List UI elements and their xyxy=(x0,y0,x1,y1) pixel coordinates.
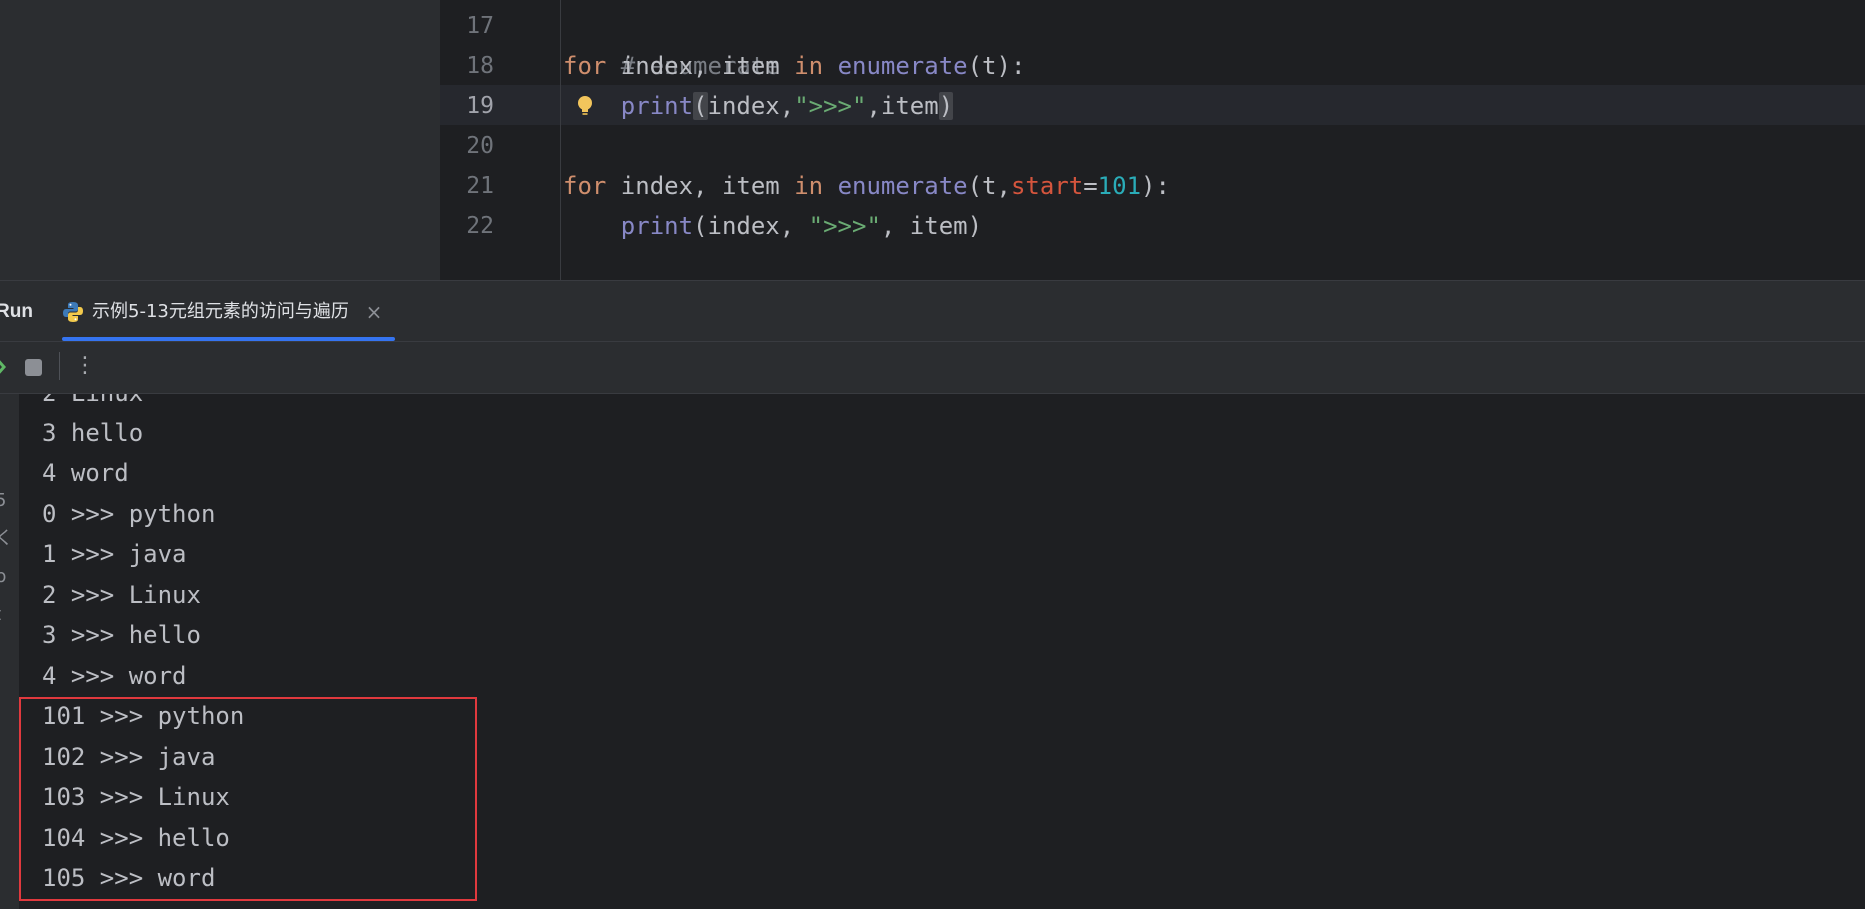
run-tool-window-header: Run 示例5-13元组元素的访问与遍历 × xyxy=(0,280,1865,342)
annotation-highlight-box xyxy=(19,697,477,901)
project-panel[interactable] xyxy=(0,0,440,280)
close-tab-icon[interactable]: × xyxy=(364,301,384,323)
console-side-strip: 5 く ɒ ɪ xyxy=(0,394,19,909)
python-icon xyxy=(63,302,83,322)
line-number: 20 xyxy=(466,133,494,159)
line-number: 18 xyxy=(466,53,494,79)
code-string: ">>>" xyxy=(794,92,867,120)
line-number: 22 xyxy=(466,213,494,239)
code-editor[interactable]: 17 18 19 20 21 22 # enumerate for index,… xyxy=(0,0,1865,280)
console-line: 1 >>> java xyxy=(42,540,187,568)
code-equals: = xyxy=(1083,172,1098,200)
builtin-print: print xyxy=(620,92,694,120)
line-number: 21 xyxy=(466,173,494,199)
code-args: ): xyxy=(1141,172,1170,200)
code-number: 101 xyxy=(1097,172,1142,200)
code-line-19[interactable]: print(index,">>>",item) xyxy=(563,86,954,126)
code-args: (t, xyxy=(967,172,1011,200)
run-tab-label[interactable]: 示例5-13元组元素的访问与遍历 xyxy=(92,281,349,343)
code-line-18[interactable]: for index, item in enumerate(t): xyxy=(563,46,1025,86)
code-args: (index, xyxy=(693,212,809,240)
builtin-enumerate: enumerate xyxy=(837,52,968,80)
code-string: ">>>" xyxy=(808,212,881,240)
builtin-print: print xyxy=(620,212,694,240)
run-toolbar xyxy=(0,342,1865,394)
console-line: 3 hello xyxy=(42,419,144,447)
matched-bracket-open: ( xyxy=(693,92,708,120)
code-line-22[interactable]: print(index, ">>>", item) xyxy=(563,206,982,246)
gutter-separator xyxy=(560,0,561,280)
console-line: 4 word xyxy=(42,459,129,487)
console-line: 2 >>> Linux xyxy=(42,581,201,609)
code-args: , item) xyxy=(880,212,983,240)
keyword-for: for xyxy=(563,52,607,80)
line-number-current: 19 xyxy=(466,93,494,119)
toolbar-separator xyxy=(59,352,60,380)
keyword-for: for xyxy=(563,172,607,200)
console-line: 0 >>> python xyxy=(42,500,216,528)
code-vars: index, item xyxy=(606,52,795,80)
code-args: ,item xyxy=(866,92,939,120)
rerun-icon[interactable] xyxy=(0,355,6,379)
side-strip-glyph: く xyxy=(0,528,13,549)
keyword-argument: start xyxy=(1010,172,1084,200)
code-vars: index, item xyxy=(606,172,795,200)
side-strip-glyph: ɒ xyxy=(0,566,7,587)
code-args: (t): xyxy=(967,52,1026,80)
console-line: 4 >>> word xyxy=(42,662,187,690)
line-number: 17 xyxy=(466,13,494,39)
more-options-icon[interactable]: ⋮ xyxy=(74,350,96,382)
console-line: 2 Linux xyxy=(42,394,143,413)
side-strip-glyph: 5 xyxy=(0,490,7,511)
code-args: index, xyxy=(707,92,795,120)
stop-icon[interactable] xyxy=(25,359,42,376)
run-panel-title: Run xyxy=(0,301,33,322)
code-line-21[interactable]: for index, item in enumerate(t,start=101… xyxy=(563,166,1170,206)
matched-bracket-close: ) xyxy=(938,92,954,120)
builtin-enumerate: enumerate xyxy=(837,172,968,200)
side-strip-glyph: ɪ xyxy=(0,601,9,629)
code-line-17[interactable]: # enumerate xyxy=(563,6,780,80)
console-line: 3 >>> hello xyxy=(42,621,201,649)
keyword-in: in xyxy=(794,52,824,80)
keyword-in: in xyxy=(794,172,824,200)
